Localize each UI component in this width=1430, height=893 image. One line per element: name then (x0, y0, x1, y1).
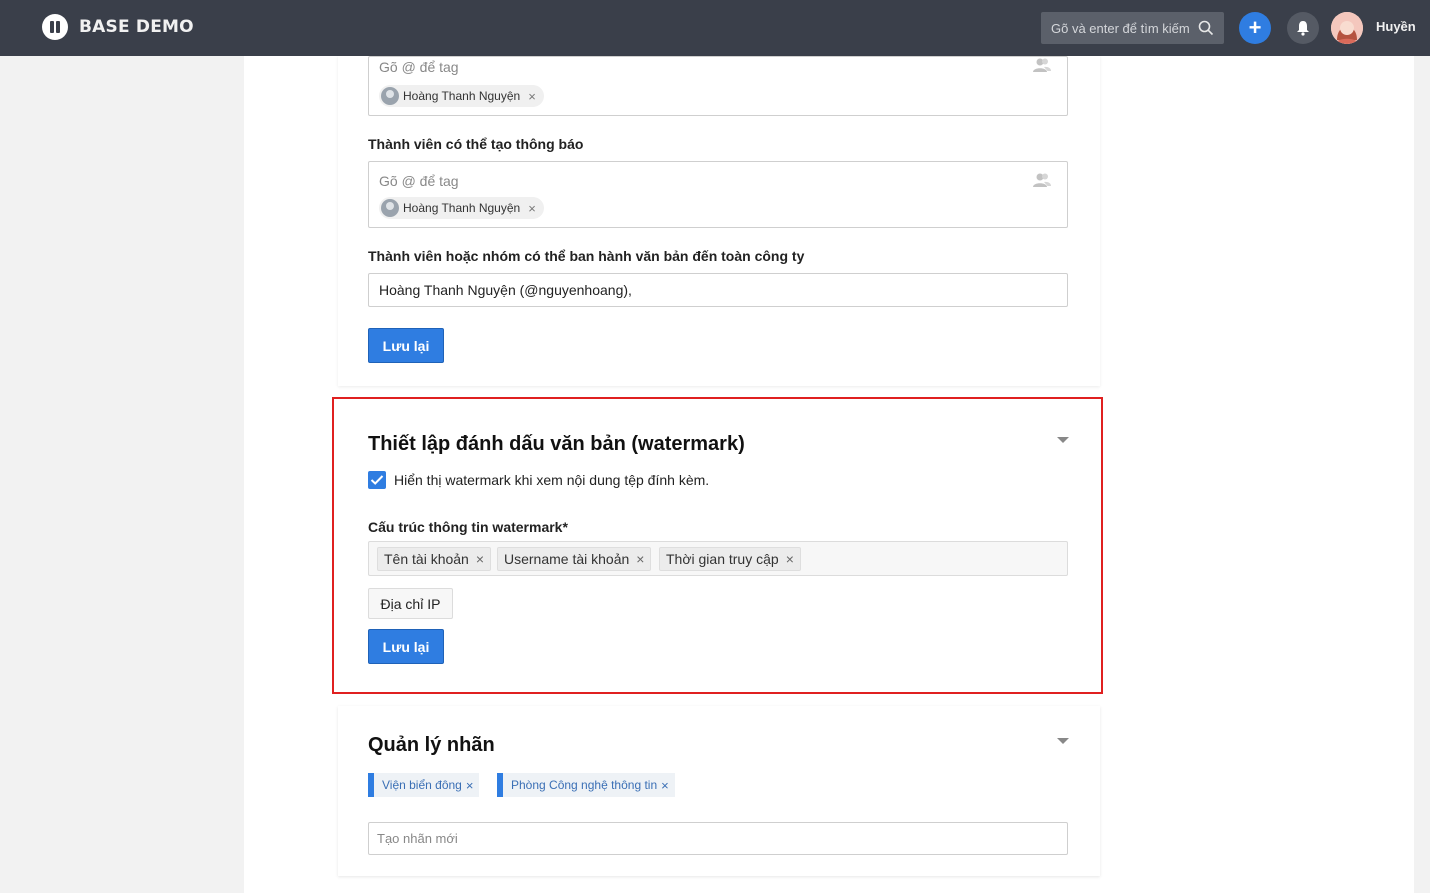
save-watermark-button[interactable]: Lưu lại (368, 629, 444, 664)
remove-label-icon[interactable]: × (661, 778, 669, 793)
new-label-input[interactable] (368, 822, 1068, 855)
watermark-field-chip[interactable]: Tên tài khoản × (377, 547, 492, 571)
remove-member-icon[interactable]: × (528, 89, 536, 104)
watermark-field-chip[interactable]: Thời gian truy cập × (659, 547, 801, 571)
publish-members-label: Thành viên hoặc nhóm có thể ban hành văn… (368, 248, 805, 264)
collapse-labels-icon[interactable] (1057, 738, 1069, 744)
label-tag-text: Phòng Công nghệ thông tin (511, 778, 658, 792)
checkmark-icon (370, 475, 384, 485)
save-permissions-button[interactable]: Lưu lại (368, 328, 444, 363)
avatar-image (1331, 12, 1363, 44)
search-box[interactable] (1041, 12, 1224, 44)
tag-placeholder: Gõ @ để tag (379, 59, 459, 75)
publish-members-input[interactable] (368, 273, 1068, 307)
member-chip: Hoàng Thanh Nguyện × (379, 85, 544, 107)
top-navbar: BASE DEMO + Huyền (0, 0, 1430, 56)
notifications-button[interactable] (1287, 12, 1319, 44)
show-watermark-checkbox[interactable] (368, 471, 386, 489)
member-name: Hoàng Thanh Nguyện (403, 89, 521, 103)
labels-section-title: Quản lý nhãn (368, 734, 495, 756)
show-watermark-label[interactable]: Hiển thị watermark khi xem nội dung tệp … (394, 472, 709, 488)
member-avatar (381, 199, 399, 217)
tag-placeholder: Gõ @ để tag (379, 173, 459, 189)
label-tag[interactable]: Phòng Công nghệ thông tin × (497, 773, 675, 797)
bell-icon (1297, 21, 1309, 36)
watermark-fields-box[interactable]: Tên tài khoản × Username tài khoản × Thờ… (368, 541, 1068, 576)
tag-member-field-top[interactable]: Gõ @ để tag Hoàng Thanh Nguyện × (368, 56, 1068, 116)
search-icon[interactable] (1198, 20, 1214, 36)
create-new-button[interactable]: + (1239, 12, 1271, 44)
label-tag-text: Viện biển đông (382, 778, 462, 792)
chip-label: Thời gian truy cập (666, 551, 779, 567)
ip-address-option-button[interactable]: Địa chỉ IP (368, 588, 453, 619)
user-avatar[interactable] (1331, 12, 1363, 44)
watermark-structure-label: Cấu trúc thông tin watermark* (368, 519, 568, 535)
watermark-field-chip[interactable]: Username tài khoản × (497, 547, 652, 571)
remove-chip-icon[interactable]: × (786, 551, 794, 567)
member-chip: Hoàng Thanh Nguyện × (379, 197, 544, 219)
notify-members-label: Thành viên có thể tạo thông báo (368, 136, 584, 152)
notify-members-field[interactable]: Gõ @ để tag Hoàng Thanh Nguyện × (368, 161, 1068, 228)
base-logo-icon[interactable] (42, 14, 68, 40)
user-name[interactable]: Huyền (1376, 19, 1416, 34)
people-icon[interactable] (1032, 172, 1052, 188)
remove-chip-icon[interactable]: × (476, 551, 484, 567)
remove-chip-icon[interactable]: × (636, 551, 644, 567)
brand-title[interactable]: BASE DEMO (79, 17, 194, 37)
label-tag[interactable]: Viện biển đông × (368, 773, 480, 797)
scrollbar-track[interactable] (1414, 56, 1430, 893)
member-avatar (381, 87, 399, 105)
member-name: Hoàng Thanh Nguyện (403, 201, 521, 215)
chip-label: Tên tài khoản (384, 551, 469, 567)
search-input[interactable] (1041, 12, 1224, 44)
watermark-section-title: Thiết lập đánh dấu văn bản (watermark) (368, 433, 745, 455)
collapse-watermark-icon[interactable] (1057, 437, 1069, 443)
chip-label: Username tài khoản (504, 551, 630, 567)
remove-member-icon[interactable]: × (528, 201, 536, 216)
people-icon[interactable] (1032, 57, 1052, 73)
remove-label-icon[interactable]: × (466, 778, 474, 793)
